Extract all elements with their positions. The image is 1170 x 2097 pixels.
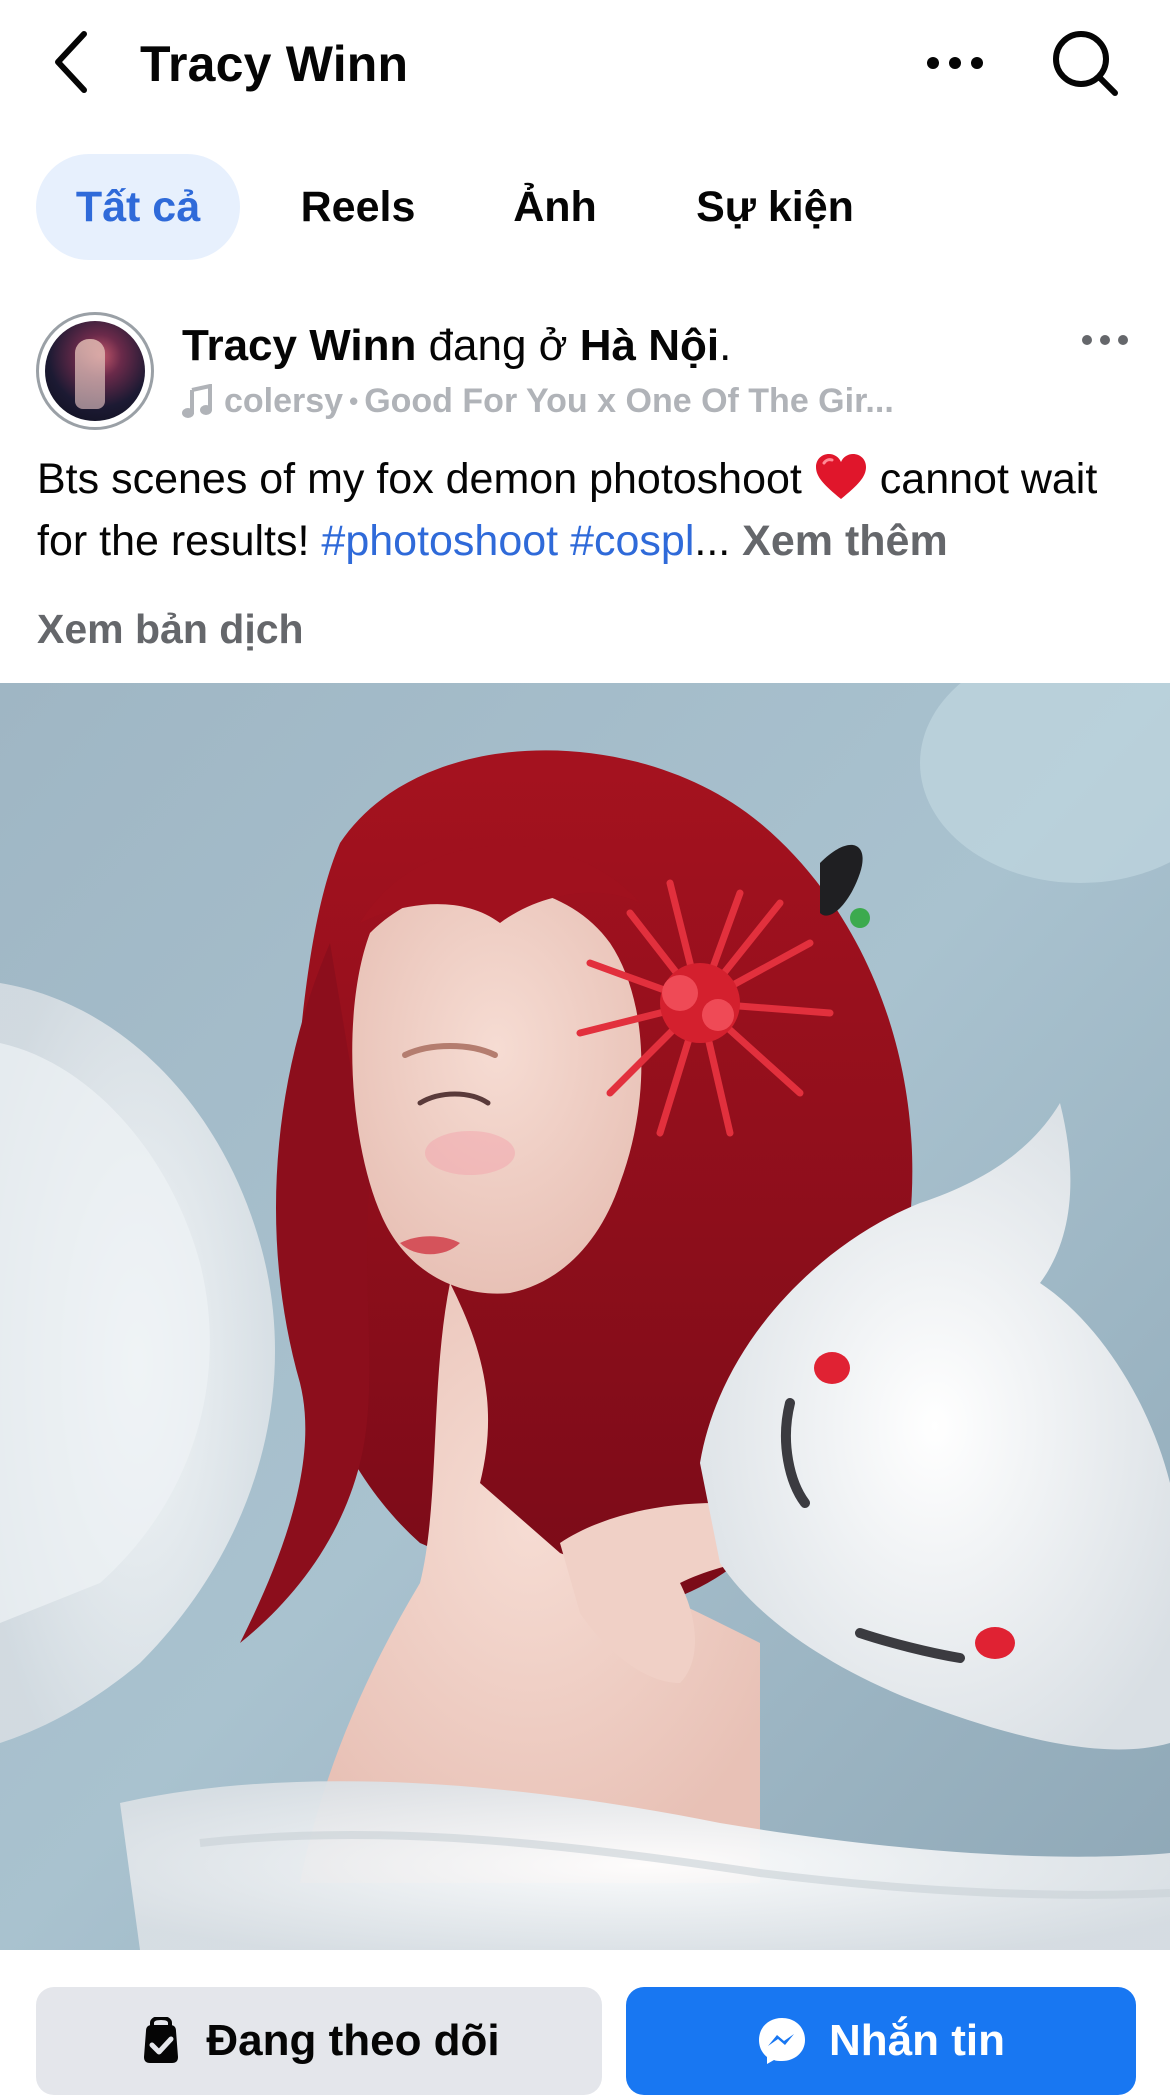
post-photo[interactable] bbox=[0, 683, 1170, 1950]
author-name[interactable]: Tracy Winn bbox=[182, 321, 416, 370]
hashtag-cosplay[interactable]: #cospl bbox=[570, 517, 694, 565]
chevron-left-icon bbox=[50, 30, 90, 99]
more-horizontal-icon bbox=[1081, 333, 1129, 351]
heart-emoji bbox=[814, 453, 868, 514]
message-label: Nhắn tin bbox=[829, 2016, 1005, 2065]
message-button[interactable]: Nhắn tin bbox=[626, 1987, 1136, 2095]
more-horizontal-icon bbox=[925, 56, 985, 75]
tab-photos[interactable]: Ảnh bbox=[484, 154, 626, 260]
hashtag-photoshoot[interactable]: #photoshoot bbox=[321, 517, 558, 565]
tab-events[interactable]: Sự kiện bbox=[670, 154, 880, 260]
filter-tabs: Tất cả Reels Ảnh Sự kiện bbox=[0, 152, 1170, 262]
following-icon bbox=[138, 2017, 184, 2065]
profile-posts-screen: Tracy Winn Tất cả Reels Ảnh Sự kiện Trac… bbox=[0, 0, 1170, 2097]
caption-ellipsis: ... bbox=[694, 517, 731, 565]
photo-illustration bbox=[0, 683, 1170, 1950]
post-caption: Bts scenes of my fox demon photoshoot ca… bbox=[37, 452, 1147, 568]
following-button[interactable]: Đang theo dõi bbox=[36, 1987, 602, 2095]
tab-reels[interactable]: Reels bbox=[270, 154, 446, 260]
music-separator: • bbox=[349, 386, 359, 416]
location-name[interactable]: Hà Nội bbox=[580, 321, 719, 370]
music-artist: colersy bbox=[224, 382, 344, 420]
music-info[interactable]: colersy • Good For You x One Of The Gir.… bbox=[182, 378, 894, 424]
caption-text: Bts scenes of my fox demon photoshoot bbox=[37, 455, 802, 503]
see-more-link[interactable]: Xem thêm bbox=[742, 517, 948, 565]
tab-all[interactable]: Tất cả bbox=[36, 154, 240, 260]
top-bar: Tracy Winn bbox=[0, 0, 1170, 130]
avatar-image bbox=[45, 321, 145, 421]
music-title: Good For You x One Of The Gir... bbox=[364, 382, 894, 420]
page-title: Tracy Winn bbox=[140, 36, 409, 92]
profile-actions-bar: Đang theo dõi Nhắn tin bbox=[0, 1950, 1170, 2097]
location-suffix: . bbox=[719, 321, 732, 370]
post-author-line: Tracy Winn đang ở Hà Nội. bbox=[182, 316, 731, 376]
search-button[interactable] bbox=[1045, 25, 1125, 105]
following-label: Đang theo dõi bbox=[206, 2016, 500, 2065]
post-options-button[interactable] bbox=[1075, 322, 1135, 362]
see-translation-link[interactable]: Xem bản dịch bbox=[37, 600, 304, 658]
messenger-icon bbox=[757, 2016, 807, 2066]
back-button[interactable] bbox=[40, 28, 100, 100]
music-note-icon bbox=[182, 384, 212, 418]
location-prefix: đang ở bbox=[428, 321, 568, 370]
more-options-button[interactable] bbox=[920, 30, 990, 100]
avatar[interactable] bbox=[36, 312, 154, 430]
search-icon bbox=[1049, 27, 1121, 104]
